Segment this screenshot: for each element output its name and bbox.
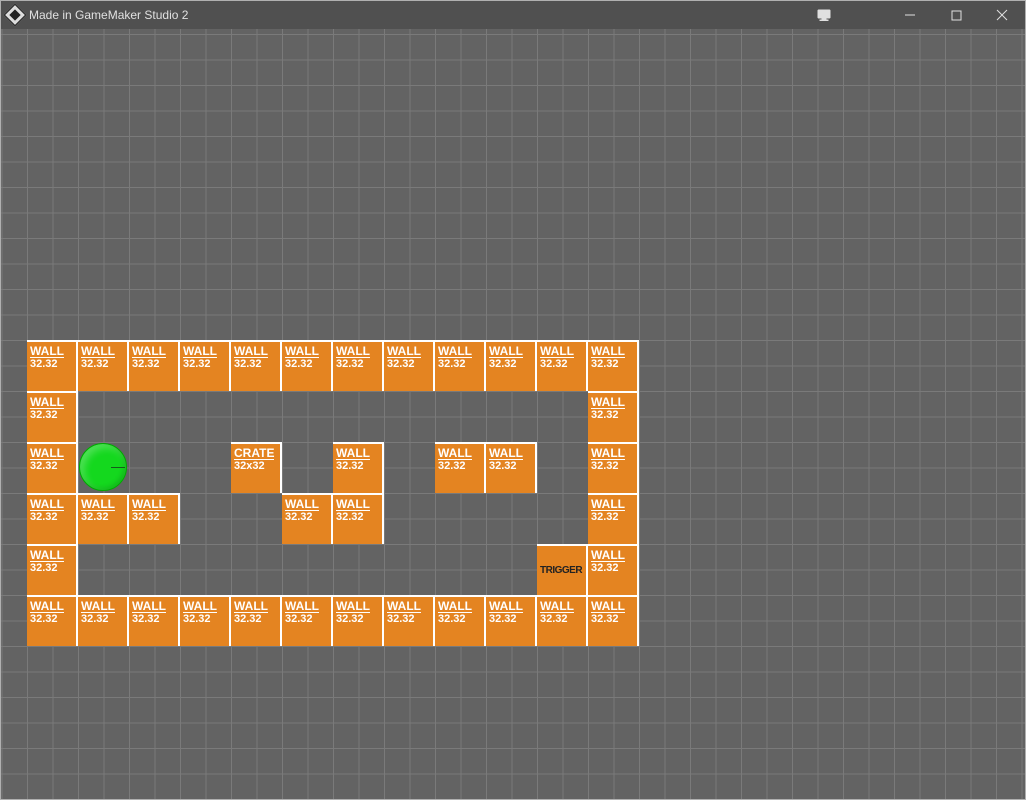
wall-block: WALL32.32 (537, 340, 588, 391)
monitor-icon[interactable] (801, 1, 847, 29)
app-window: Made in GameMaker Studio 2 WALL32.32WALL… (0, 0, 1026, 800)
wall-block: WALL32.32 (129, 595, 180, 646)
wall-block: WALL32.32 (588, 442, 639, 493)
wall-block: WALL32.32 (129, 340, 180, 391)
wall-block: WALL32.32 (486, 340, 537, 391)
wall-block: WALL32.32 (78, 340, 129, 391)
wall-block: WALL32.32 (282, 493, 333, 544)
wall-block: WALL32.32 (333, 493, 384, 544)
wall-block: WALL32.32 (486, 442, 537, 493)
wall-block: WALL32.32 (180, 595, 231, 646)
wall-block: WALL32.32 (588, 544, 639, 595)
wall-block: WALL32.32 (180, 340, 231, 391)
wall-block: WALL32.32 (588, 391, 639, 442)
minimize-button[interactable] (887, 1, 933, 29)
wall-block: WALL32.32 (333, 442, 384, 493)
wall-block: WALL32.32 (27, 595, 78, 646)
wall-block: WALL32.32 (435, 442, 486, 493)
wall-block: WALL32.32 (282, 595, 333, 646)
wall-block: WALL32.32 (588, 595, 639, 646)
trigger-block: TRIGGER (537, 544, 588, 595)
wall-block: WALL32.32 (27, 340, 78, 391)
wall-block: WALL32.32 (282, 340, 333, 391)
grid-background (1, 29, 1025, 799)
wall-block: WALL32.32 (27, 391, 78, 442)
wall-block: WALL32.32 (384, 595, 435, 646)
wall-block: WALL32.32 (384, 340, 435, 391)
window-title: Made in GameMaker Studio 2 (29, 8, 188, 22)
player-ball[interactable] (79, 443, 127, 491)
maximize-button[interactable] (933, 1, 979, 29)
game-viewport[interactable]: WALL32.32WALL32.32WALL32.32WALL32.32WALL… (1, 29, 1025, 799)
wall-block: WALL32.32 (231, 340, 282, 391)
wall-block: WALL32.32 (333, 340, 384, 391)
wall-block: WALL32.32 (333, 595, 384, 646)
close-button[interactable] (979, 1, 1025, 29)
wall-block: WALL32.32 (588, 340, 639, 391)
wall-block: WALL32.32 (486, 595, 537, 646)
wall-block: WALL32.32 (27, 493, 78, 544)
titlebar[interactable]: Made in GameMaker Studio 2 (1, 1, 1025, 29)
wall-block: WALL32.32 (27, 544, 78, 595)
wall-block: WALL32.32 (78, 595, 129, 646)
wall-block: WALL32.32 (129, 493, 180, 544)
wall-block: WALL32.32 (231, 595, 282, 646)
wall-block: WALL32.32 (435, 340, 486, 391)
wall-block: WALL32.32 (588, 493, 639, 544)
wall-block: WALL32.32 (435, 595, 486, 646)
crate-block: CRATE32x32 (231, 442, 282, 493)
app-icon (4, 4, 27, 27)
wall-block: WALL32.32 (27, 442, 78, 493)
wall-block: WALL32.32 (537, 595, 588, 646)
wall-block: WALL32.32 (78, 493, 129, 544)
